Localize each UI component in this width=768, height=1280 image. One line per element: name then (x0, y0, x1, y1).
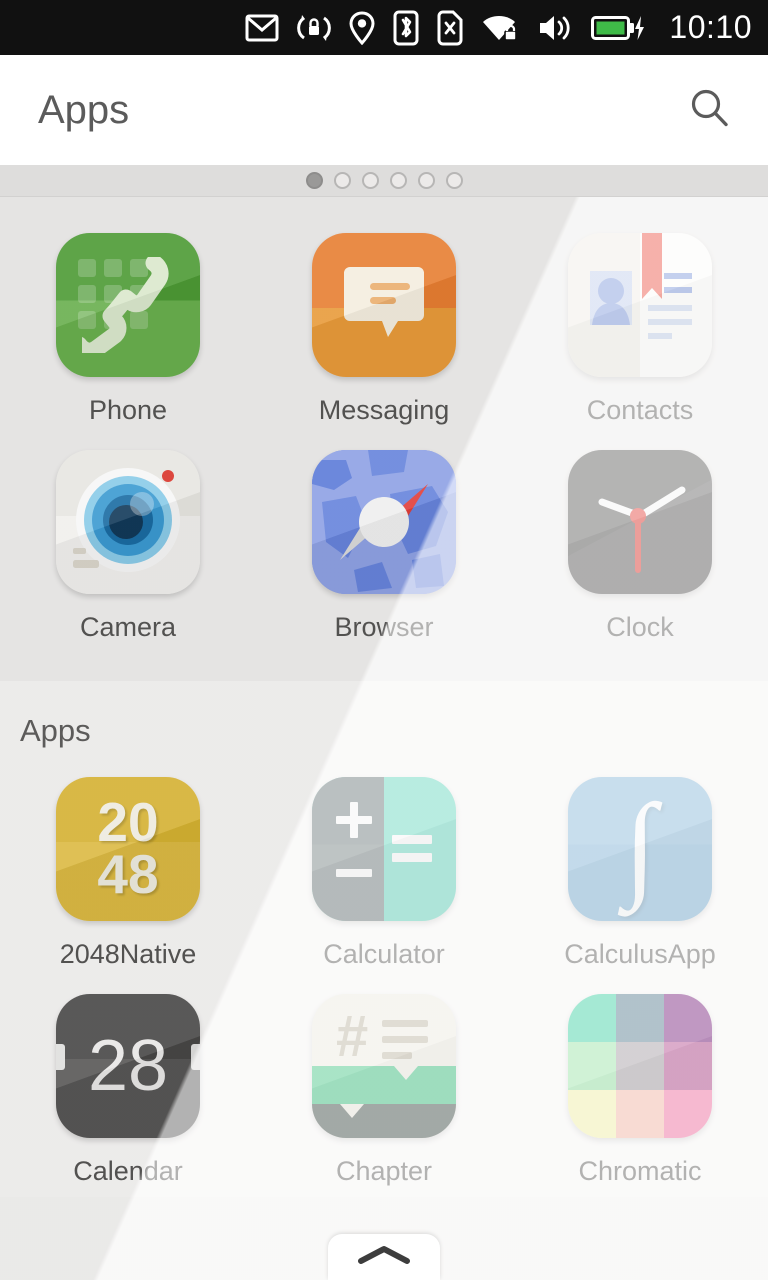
contacts-icon (568, 233, 712, 377)
app-tile-calendar[interactable]: 28 Calendar (0, 980, 256, 1197)
calculus-icon: ∫ (568, 777, 712, 921)
clock-hands-shape (598, 486, 686, 573)
app-tile-contacts[interactable]: Contacts (512, 219, 768, 436)
page-dot-4[interactable] (389, 172, 407, 189)
sim-missing-icon (437, 10, 463, 46)
page-header: Apps (0, 55, 768, 165)
page-dot-6[interactable] (445, 172, 463, 189)
app-tile-calculusapp[interactable]: ∫ CalculusApp (512, 763, 768, 980)
calendar-tab-right (191, 1044, 200, 1070)
chromatic-icon (568, 994, 712, 1138)
integral-symbol: ∫ (623, 780, 657, 911)
2048-top-number: 20 (97, 791, 159, 854)
app-label: Browser (334, 612, 434, 642)
search-icon (687, 86, 731, 135)
rotation-lock-icon (297, 12, 332, 44)
app-tile-browser[interactable]: Browser (256, 436, 512, 653)
chromatic-swatch (568, 1042, 616, 1090)
page-dot-2[interactable] (333, 172, 351, 189)
volume-icon (537, 13, 573, 43)
browser-icon (312, 450, 456, 594)
svg-text:#: # (336, 1004, 368, 1069)
chapter-icon: # (312, 994, 456, 1138)
app-label: Phone (88, 395, 168, 425)
chromatic-swatch (664, 1042, 712, 1090)
app-tile-chromatic[interactable]: Chromatic (512, 980, 768, 1197)
search-button[interactable] (684, 85, 734, 135)
speech-bubble-shape (344, 267, 424, 337)
status-clock: 10:10 (669, 9, 752, 45)
battery-charging-icon (591, 14, 645, 42)
section-heading: Apps (20, 713, 91, 748)
page-title: Apps (38, 87, 130, 132)
app-tile-phone[interactable]: Phone (0, 219, 256, 436)
app-tile-calculator[interactable]: Calculator (256, 763, 512, 980)
2048-bottom-number: 48 (97, 843, 159, 905)
app-grid-favorites: Phone Messaging Contacts Camera Browser … (0, 219, 768, 653)
app-label: Clock (606, 612, 674, 642)
calculator-icon (312, 777, 456, 921)
calendar-tab-left (56, 1044, 65, 1070)
chromatic-swatch (616, 994, 664, 1042)
wifi-secure-icon (481, 12, 519, 44)
section-favorites: Phone Messaging Contacts Camera Browser … (0, 197, 768, 681)
chromatic-swatch (568, 1090, 616, 1138)
status-bar[interactable]: 10:10 (0, 0, 768, 55)
app-label: 2048Native (59, 939, 197, 969)
page-indicator[interactable] (0, 165, 768, 197)
section-apps: Apps 20 48 2048Native Calculator ∫ Calcu… (0, 681, 768, 1197)
page-dot-1[interactable] (305, 172, 323, 189)
calculator-symbols (336, 802, 432, 877)
calendar-icon: 28 (56, 994, 200, 1138)
phone-icon (56, 233, 200, 377)
camera-lens-shape (73, 468, 180, 572)
page-dot-5[interactable] (417, 172, 435, 189)
calendar-day-number: 28 (87, 1026, 169, 1106)
app-tile-2048native[interactable]: 20 48 2048Native (0, 763, 256, 980)
app-tile-messaging[interactable]: Messaging (256, 219, 512, 436)
chromatic-swatch (664, 1090, 712, 1138)
app-label: Calculator (323, 939, 445, 969)
chromatic-swatch (568, 994, 616, 1042)
app-label: Chromatic (578, 1156, 702, 1186)
app-tile-camera[interactable]: Camera (0, 436, 256, 653)
app-label: Chapter (335, 1156, 433, 1186)
chromatic-swatch (616, 1042, 664, 1090)
2048-icon: 20 48 (56, 777, 200, 921)
chromatic-swatch (664, 994, 712, 1042)
app-label: Camera (79, 612, 177, 642)
app-tile-chapter[interactable]: # Chapter (256, 980, 512, 1197)
chapter-glyph-shape: # (312, 1004, 456, 1138)
location-icon (349, 10, 375, 45)
bottom-edge-handle[interactable] (328, 1234, 440, 1280)
camera-icon (56, 450, 200, 594)
chevron-up-icon (355, 1242, 413, 1273)
page-dot-3[interactable] (361, 172, 379, 189)
address-book-shape (568, 233, 712, 377)
app-tile-clock[interactable]: Clock (512, 436, 768, 653)
app-label: Messaging (318, 395, 450, 425)
bluetooth-icon (393, 10, 419, 46)
app-label: Calendar (73, 1156, 183, 1186)
app-label: Contacts (586, 395, 694, 425)
mail-icon (245, 14, 279, 42)
app-label: CalculusApp (564, 939, 716, 969)
phone-handset-shape (82, 257, 169, 353)
app-grid-apps: 20 48 2048Native Calculator ∫ CalculusAp… (0, 763, 768, 1197)
messaging-icon (312, 233, 456, 377)
clock-icon (568, 450, 712, 594)
app-grid-scroll-area[interactable]: Phone Messaging Contacts Camera Browser … (0, 197, 768, 1280)
chromatic-swatch (616, 1090, 664, 1138)
compass-globe-shape (312, 450, 456, 594)
